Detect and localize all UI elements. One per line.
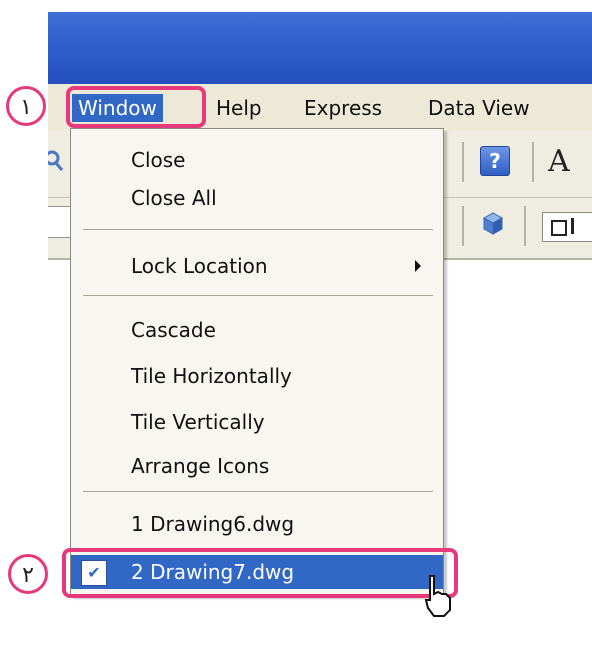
menu-item-label: Tile Vertically	[131, 410, 265, 434]
menu-item-lock-location[interactable]: Lock Location	[71, 249, 443, 283]
field-divider	[571, 218, 574, 234]
menu-item-arrange-icons[interactable]: Arrange Icons	[71, 449, 443, 483]
toolbar-input[interactable]	[48, 206, 70, 238]
step-badge-2: ٢	[8, 554, 48, 594]
title-bar	[48, 12, 592, 84]
menu-item-close-all[interactable]: Close All	[71, 181, 443, 215]
menu-item-cascade[interactable]: Cascade	[71, 313, 443, 347]
annotation-highlight-window	[66, 86, 206, 128]
menu-separator	[83, 491, 433, 492]
hand-cursor-icon	[424, 575, 451, 617]
menu-item-tile-horizontally[interactable]: Tile Horizontally	[71, 359, 443, 393]
menu-separator	[83, 229, 433, 230]
menu-help[interactable]: Help	[210, 94, 268, 122]
menu-item-drawing6[interactable]: 1 Drawing6.dwg	[71, 507, 443, 541]
toolbar-divider	[462, 142, 464, 182]
cube-icon[interactable]	[480, 210, 506, 236]
menu-item-label: Close	[131, 148, 186, 172]
step-badge-1: ١	[6, 86, 46, 126]
menu-separator	[83, 295, 433, 296]
menu-item-close[interactable]: Close	[71, 143, 443, 177]
text-style-icon[interactable]: A	[548, 144, 570, 179]
menu-item-tile-vertically[interactable]: Tile Vertically	[71, 405, 443, 439]
annotation-highlight-drawing7	[62, 548, 458, 598]
window-menu-dropdown: Close Close All Lock Location Cascade Ti…	[70, 128, 444, 596]
menu-item-label: Lock Location	[131, 254, 268, 278]
submenu-arrow-icon	[415, 260, 421, 272]
toolbar-divider	[524, 206, 526, 246]
menu-item-label: Cascade	[131, 318, 216, 342]
checkbox-icon	[551, 220, 567, 236]
magnifier-icon[interactable]	[48, 148, 68, 174]
menu-item-label: 1 Drawing6.dwg	[131, 512, 295, 536]
help-icon[interactable]: ?	[480, 146, 510, 176]
menu-item-label: Tile Horizontally	[131, 364, 292, 388]
layer-control[interactable]	[542, 212, 592, 242]
menu-express[interactable]: Express	[298, 94, 388, 122]
menu-item-label: Arrange Icons	[131, 454, 270, 478]
toolbar-divider	[462, 206, 464, 246]
toolbar-divider	[532, 142, 534, 182]
menu-data-view[interactable]: Data View	[422, 94, 536, 122]
menu-item-label: Close All	[131, 186, 217, 210]
